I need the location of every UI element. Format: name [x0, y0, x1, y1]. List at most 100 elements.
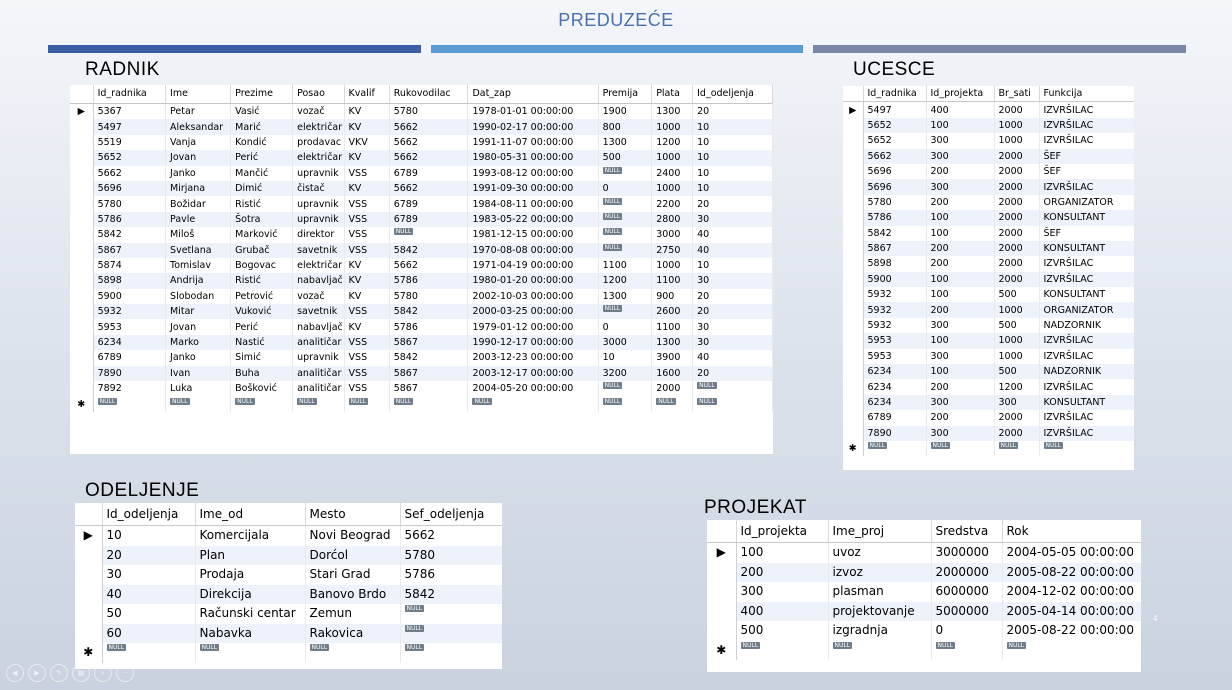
table-row[interactable]: ▶ 5367 Petar Vasić vozač KV 5780 1978-01-01 00:… — [70, 103, 773, 120]
table-cell[interactable]: 1990-12-17 00:00:00 — [467, 334, 599, 351]
table-cell[interactable]: upravnik — [292, 165, 345, 181]
row-selector[interactable] — [843, 410, 864, 426]
table-cell[interactable]: 5780 — [863, 194, 927, 211]
table-cell[interactable]: Perić — [230, 150, 294, 166]
table-row[interactable]: 5842 Miloš Marković direktor VSS NULL 1981-12-… — [70, 227, 773, 243]
table-cell[interactable]: 1200 — [994, 379, 1040, 395]
table-row[interactable]: 5898 Andrija Ristić nabavljač KV 5786 1980-01-… — [70, 273, 773, 289]
table-cell[interactable]: 5662 — [389, 257, 469, 274]
table-cell[interactable]: 1000 — [651, 180, 694, 197]
table-cell[interactable]: KV — [344, 150, 390, 166]
row-selector[interactable] — [70, 273, 94, 289]
column-header[interactable]: Mesto — [305, 503, 401, 526]
table-cell[interactable]: 5867 — [863, 240, 927, 257]
table-cell[interactable]: vozač — [292, 103, 345, 120]
table-cell[interactable]: IZVRŠILAC — [1039, 133, 1134, 149]
table-cell[interactable]: 1000 — [994, 333, 1040, 349]
table-cell[interactable]: 1000 — [994, 348, 1040, 365]
table-cell[interactable]: 40 — [692, 242, 773, 258]
table-row[interactable]: 5652 100 1000 IZVRŠILAC — [843, 117, 1134, 134]
table-cell[interactable]: 5898 — [863, 256, 927, 272]
table-cell[interactable]: 1000 — [994, 302, 1040, 318]
table-row[interactable]: 5696 300 2000 IZVRŠILAC — [843, 179, 1134, 195]
table-cell[interactable]: Nabavka — [195, 623, 306, 643]
table-cell[interactable]: 1300 — [651, 334, 694, 351]
row-selector[interactable] — [70, 180, 94, 197]
table-cell[interactable]: NULL — [165, 396, 232, 412]
table-cell[interactable]: 2003-12-23 00:00:00 — [467, 350, 599, 366]
table-cell[interactable]: Stari Grad — [305, 565, 401, 585]
table-cell[interactable]: 2000 — [994, 240, 1040, 257]
table-cell[interactable]: savetnik — [292, 242, 345, 258]
table-cell[interactable]: 0 — [931, 621, 1003, 641]
row-selector[interactable] — [70, 350, 94, 366]
table-cell[interactable]: 1978-01-01 00:00:00 — [467, 103, 599, 120]
table-cell[interactable]: prodavac — [292, 134, 345, 151]
new-row[interactable]: ✱ NULL NULL NULL NULL — [707, 640, 1141, 660]
table-cell[interactable]: 400 — [926, 101, 995, 118]
table-cell[interactable]: 5898 — [93, 273, 167, 289]
table-row[interactable]: 5696 Mirjana Dimić čistač KV 5662 1991-09-30 0… — [70, 180, 773, 197]
current-row-icon[interactable]: ▶ — [70, 103, 94, 120]
table-cell[interactable]: 2005-08-22 00:00:00 — [1002, 562, 1141, 582]
table-cell[interactable]: 5842 — [93, 227, 167, 243]
table-cell[interactable]: 100 — [926, 117, 995, 134]
table-cell[interactable]: NULL — [400, 623, 502, 643]
row-selector[interactable] — [843, 179, 864, 195]
table-cell[interactable]: 5780 — [93, 196, 167, 212]
table-cell[interactable]: 5652 — [863, 117, 927, 134]
radnik-grid[interactable]: Id_radnika Ime Prezime Posao Kvalif Rukovodil… — [70, 85, 773, 454]
table-cell[interactable]: Bogovac — [230, 257, 294, 274]
table-cell[interactable]: 40 — [692, 227, 773, 243]
table-cell[interactable]: Dorćol — [305, 545, 401, 565]
table-row[interactable]: 60 Nabavka Rakovica NULL — [75, 623, 502, 643]
table-cell[interactable]: 5786 — [389, 273, 469, 289]
table-cell[interactable]: IZVRŠILAC — [1039, 333, 1134, 349]
row-selector[interactable] — [75, 545, 103, 565]
row-selector[interactable] — [70, 319, 94, 335]
table-cell[interactable]: ORGANIZATOR — [1039, 194, 1134, 211]
table-row[interactable]: 5780 200 2000 ORGANIZATOR — [843, 194, 1134, 211]
table-cell[interactable]: 900 — [651, 288, 694, 305]
column-header[interactable]: Id_odeljenja — [692, 85, 773, 104]
table-cell[interactable]: upravnik — [292, 211, 345, 228]
table-row[interactable]: 400 projektovanje 5000000 2005-04-14 00:00:… — [707, 601, 1141, 621]
table-cell[interactable]: Jovan — [165, 319, 232, 335]
table-cell[interactable]: Marić — [230, 119, 294, 135]
table-cell[interactable]: 2000 — [651, 381, 694, 397]
table-row[interactable]: 5900 100 2000 IZVRŠILAC — [843, 271, 1134, 288]
current-row-icon[interactable]: ▶ — [707, 542, 737, 563]
table-cell[interactable]: 400 — [736, 601, 829, 621]
row-selector-header[interactable] — [707, 520, 737, 543]
table-cell[interactable]: 1000 — [994, 117, 1040, 134]
table-cell[interactable]: upravnik — [292, 196, 345, 212]
row-selector[interactable] — [843, 348, 864, 365]
table-cell[interactable]: 5842 — [389, 350, 469, 366]
table-cell[interactable]: 6789 — [389, 211, 469, 228]
row-selector[interactable] — [843, 148, 864, 164]
new-row[interactable]: ✱ NULL NULL NULL NULL NULL NULL NULL NULL NULL NUL… — [70, 396, 773, 412]
table-cell[interactable]: Janko — [165, 350, 232, 366]
row-selector[interactable] — [843, 317, 864, 334]
table-cell[interactable]: NULL — [931, 640, 1003, 660]
table-cell[interactable]: 100 — [926, 225, 995, 241]
table-cell[interactable]: 30 — [692, 334, 773, 351]
table-cell[interactable]: 5867 — [389, 381, 469, 397]
table-cell[interactable]: 100 — [926, 210, 995, 226]
row-selector[interactable] — [843, 425, 864, 441]
row-selector[interactable] — [70, 288, 94, 305]
table-cell[interactable]: IZVRŠILAC — [1039, 348, 1134, 365]
zoom-icon[interactable]: ⌕ — [94, 664, 112, 682]
new-row[interactable]: ✱ NULL NULL NULL NULL — [75, 643, 502, 663]
table-cell[interactable]: 2400 — [651, 165, 694, 181]
table-cell[interactable]: KONSULTANT — [1039, 240, 1134, 257]
table-cell[interactable]: IZVRŠILAC — [1039, 117, 1134, 134]
column-header[interactable]: Posao — [292, 85, 345, 104]
table-cell[interactable]: 5662 — [863, 148, 927, 164]
table-cell[interactable]: 1981-12-15 00:00:00 — [467, 227, 599, 243]
table-cell[interactable]: 30 — [692, 211, 773, 228]
table-cell[interactable]: NULL — [389, 396, 469, 412]
table-cell[interactable]: 5662 — [389, 180, 469, 197]
table-cell[interactable]: Mitar — [165, 304, 232, 320]
table-cell[interactable]: 6789 — [93, 350, 167, 366]
